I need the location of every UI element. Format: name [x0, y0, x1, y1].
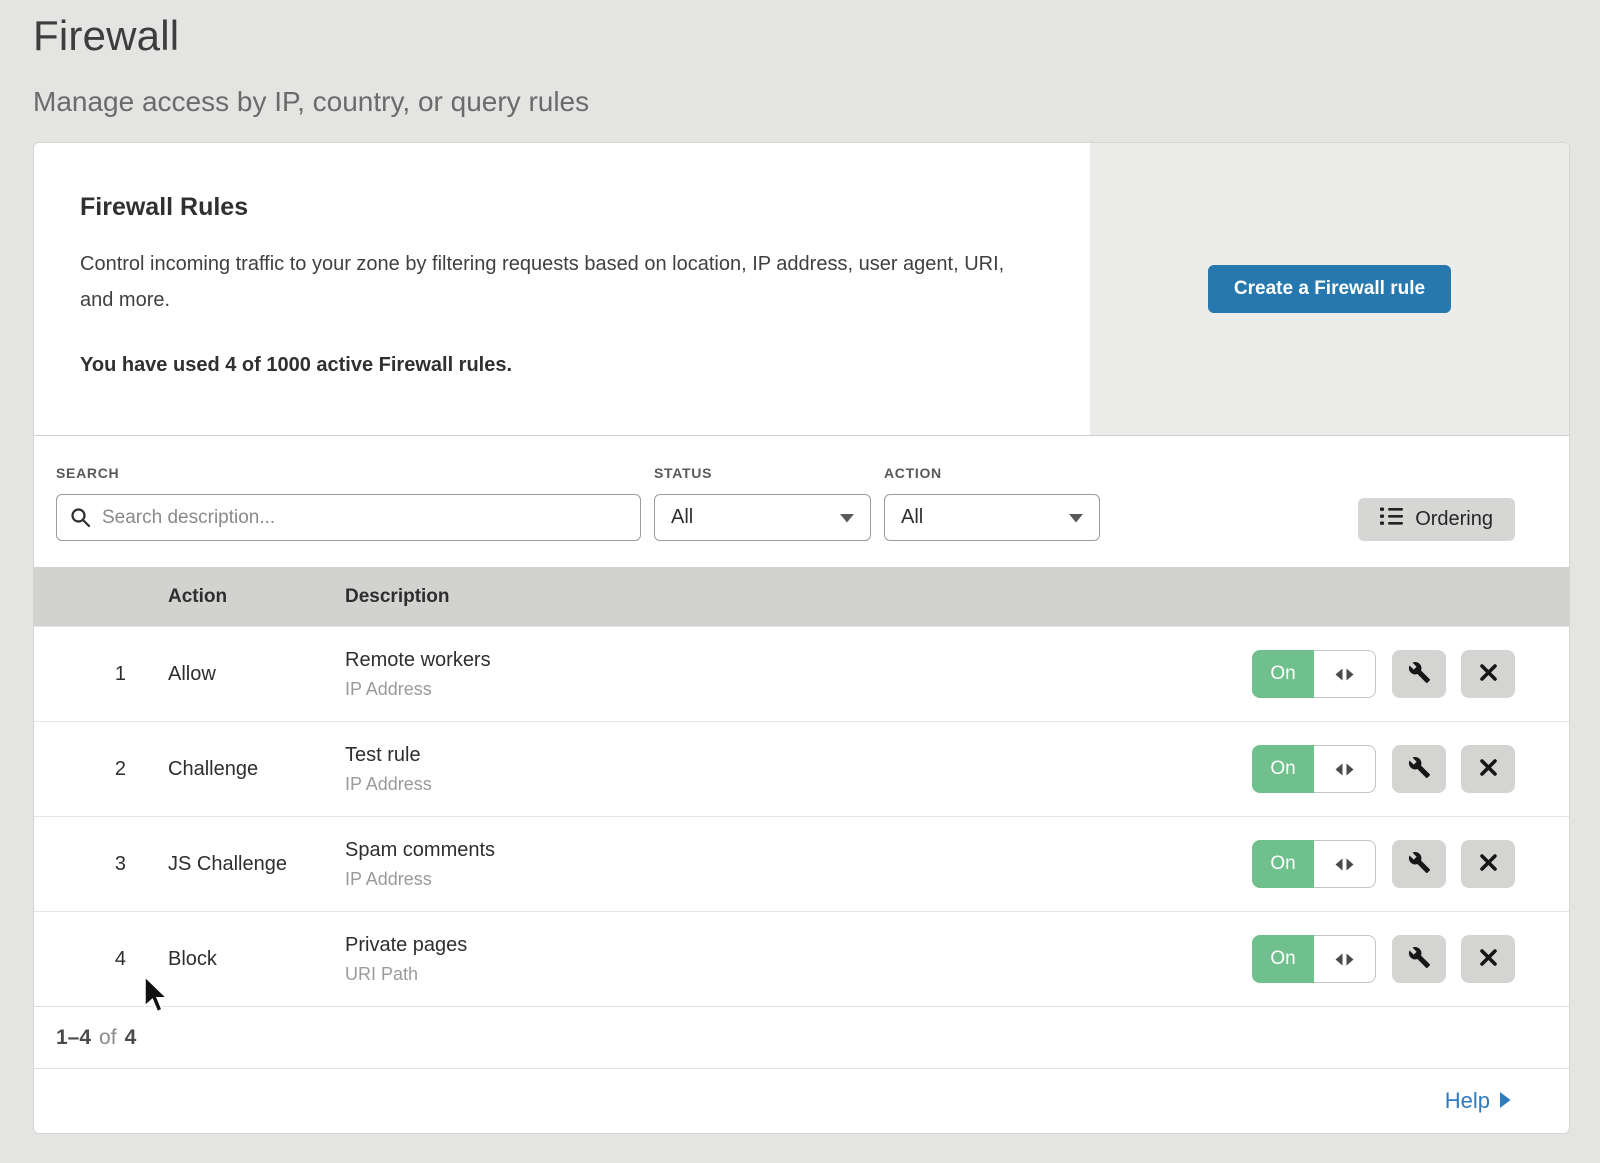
firewall-rules-card-text: Firewall Rules Control incoming traffic … [34, 143, 1090, 435]
action-label: ACTION [884, 465, 1100, 481]
rule-description-title: Spam comments [345, 839, 1252, 862]
status-field: STATUS All [654, 465, 871, 541]
rule-description: Remote workers IP Address [345, 649, 1252, 700]
help-link[interactable]: Help [1445, 1088, 1511, 1114]
rule-match-type: IP Address [345, 869, 1252, 890]
x-icon [1479, 948, 1498, 970]
status-select[interactable]: All [654, 494, 871, 541]
table-row: 2 Challenge Test rule IP Address On [34, 721, 1569, 816]
card-usage-count: You have used 4 of 1000 active Firewall … [80, 354, 1010, 377]
wrench-icon [1408, 756, 1431, 782]
x-icon [1479, 853, 1498, 875]
left-right-arrows-icon [1314, 650, 1376, 698]
filter-bar: SEARCH STATUS All ACTION [34, 436, 1569, 567]
rule-action: JS Challenge [168, 853, 345, 876]
rule-match-type: IP Address [345, 679, 1252, 700]
card-heading: Firewall Rules [80, 193, 1010, 222]
rule-priority: 2 [34, 758, 168, 781]
left-right-arrows-icon [1314, 745, 1376, 793]
rule-description: Spam comments IP Address [345, 839, 1252, 890]
chevron-down-icon [840, 506, 854, 529]
table-row: 1 Allow Remote workers IP Address On [34, 626, 1569, 721]
search-icon [70, 507, 91, 533]
wrench-icon [1408, 946, 1431, 972]
action-field: ACTION All [884, 465, 1100, 541]
rule-priority: 4 [34, 948, 168, 971]
firewall-panel: Firewall Rules Control incoming traffic … [33, 142, 1570, 1134]
delete-rule-button[interactable] [1461, 745, 1515, 793]
rule-priority: 3 [34, 853, 168, 876]
left-right-arrows-icon [1314, 840, 1376, 888]
description-column-header: Description [345, 586, 1569, 608]
rule-enabled-toggle[interactable]: On [1252, 840, 1376, 888]
rule-action: Allow [168, 663, 345, 686]
search-label: SEARCH [56, 465, 641, 481]
rule-description: Private pages URI Path [345, 934, 1252, 985]
pagination-of: of [99, 1026, 117, 1050]
edit-rule-button[interactable] [1392, 935, 1446, 983]
action-select[interactable]: All [884, 494, 1100, 541]
rule-controls: On [1252, 650, 1569, 698]
edit-rule-button[interactable] [1392, 745, 1446, 793]
rule-description-title: Test rule [345, 744, 1252, 767]
status-label: STATUS [654, 465, 871, 481]
page-subtitle: Manage access by IP, country, or query r… [33, 86, 1600, 118]
help-link-label: Help [1445, 1088, 1490, 1114]
toggle-on-label: On [1252, 745, 1314, 793]
wrench-icon [1408, 661, 1431, 687]
firewall-rules-card: Firewall Rules Control incoming traffic … [34, 143, 1569, 436]
search-input[interactable] [56, 494, 641, 541]
delete-rule-button[interactable] [1461, 650, 1515, 698]
rule-description-title: Remote workers [345, 649, 1252, 672]
wrench-icon [1408, 851, 1431, 877]
x-icon [1479, 758, 1498, 780]
toggle-on-label: On [1252, 935, 1314, 983]
ordering-button[interactable]: Ordering [1358, 498, 1515, 541]
ordered-list-icon [1380, 507, 1403, 532]
rule-enabled-toggle[interactable]: On [1252, 650, 1376, 698]
rule-controls: On [1252, 840, 1569, 888]
card-description: Control incoming traffic to your zone by… [80, 246, 1010, 318]
rule-priority: 1 [34, 663, 168, 686]
rule-match-type: URI Path [345, 964, 1252, 985]
rule-match-type: IP Address [345, 774, 1252, 795]
toggle-on-label: On [1252, 840, 1314, 888]
toggle-on-label: On [1252, 650, 1314, 698]
rule-action: Challenge [168, 758, 345, 781]
status-selected-value: All [671, 506, 693, 529]
search-input-wrap [56, 494, 641, 541]
delete-rule-button[interactable] [1461, 935, 1515, 983]
pagination-total: 4 [125, 1026, 137, 1050]
chevron-down-icon [1069, 506, 1083, 529]
left-right-arrows-icon [1314, 935, 1376, 983]
arrow-right-icon [1500, 1088, 1511, 1114]
edit-rule-button[interactable] [1392, 650, 1446, 698]
ordering-button-label: Ordering [1415, 508, 1493, 531]
rule-action: Block [168, 948, 345, 971]
x-icon [1479, 663, 1498, 685]
page-header: Firewall Manage access by IP, country, o… [0, 0, 1600, 118]
action-selected-value: All [901, 506, 923, 529]
pagination-range: 1–4 [56, 1026, 91, 1050]
search-field: SEARCH [56, 465, 641, 541]
table-row: 4 Block Private pages URI Path On [34, 911, 1569, 1006]
delete-rule-button[interactable] [1461, 840, 1515, 888]
table-header: Action Description [34, 567, 1569, 626]
edit-rule-button[interactable] [1392, 840, 1446, 888]
rule-enabled-toggle[interactable]: On [1252, 745, 1376, 793]
page-title: Firewall [33, 12, 1600, 60]
create-firewall-rule-button[interactable]: Create a Firewall rule [1208, 265, 1451, 313]
rule-description: Test rule IP Address [345, 744, 1252, 795]
rule-enabled-toggle[interactable]: On [1252, 935, 1376, 983]
card-action-panel: Create a Firewall rule [1090, 143, 1569, 435]
rule-description-title: Private pages [345, 934, 1252, 957]
rule-controls: On [1252, 935, 1569, 983]
rule-controls: On [1252, 745, 1569, 793]
pagination: 1–4 of 4 [34, 1006, 1569, 1068]
table-row: 3 JS Challenge Spam comments IP Address … [34, 816, 1569, 911]
card-footer: Help [34, 1068, 1569, 1133]
action-column-header: Action [168, 586, 345, 608]
